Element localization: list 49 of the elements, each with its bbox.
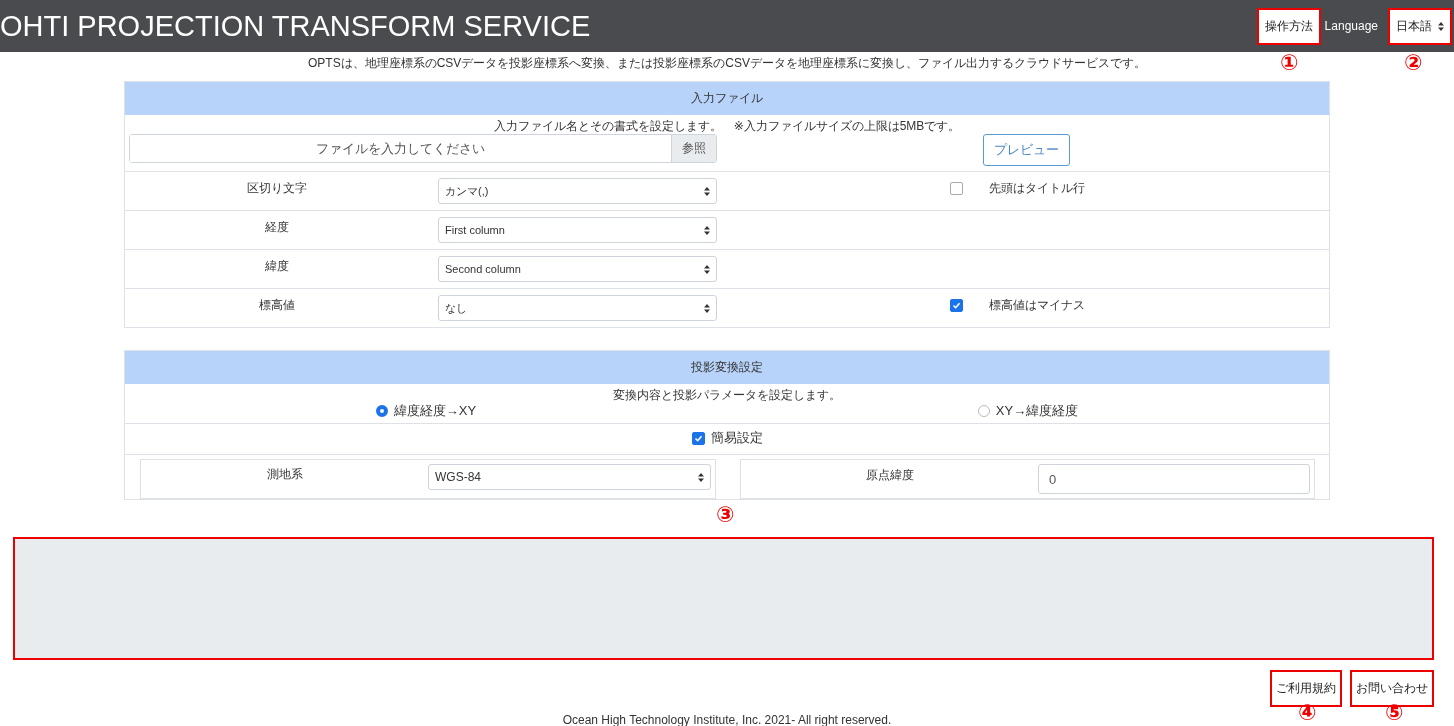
intro-text: OPTSは、地理座標系のCSVデータを投影座標系へ変換、または投影座標系のCSVデータを地理座標系に変換し、ファイル出力するクラウドサービスです。	[308, 56, 1146, 70]
select-field[interactable]: First column	[438, 217, 717, 243]
section-description: 入力ファイル名とその書式を設定します。 ※入力ファイルサイズの上限は5MBです。	[492, 118, 962, 134]
callout-number: ②	[1404, 52, 1423, 74]
dropdown-caret-icon	[704, 186, 710, 196]
browse-button[interactable]: 参照	[671, 135, 716, 162]
field-label: 測地系	[265, 465, 304, 483]
app-title: OHTI PROJECTION TRANSFORM SERVICE	[0, 9, 591, 43]
radio-button[interactable]	[375, 405, 388, 417]
language-label: Language	[1324, 19, 1378, 33]
checkmark-icon	[952, 300, 961, 310]
radio-label: XY→緯度経度	[995, 403, 1079, 419]
footer-link[interactable]: ご利用規約	[1270, 670, 1342, 707]
help-button[interactable]: 操作方法	[1256, 7, 1321, 45]
field-label: 経度	[263, 218, 290, 236]
select-field[interactable]: Second column	[438, 256, 717, 282]
preview-button[interactable]: プレビュー	[982, 134, 1070, 166]
checkmark-icon	[693, 433, 703, 443]
checkbox-label: 先頭はタイトル行	[989, 179, 1085, 197]
dropdown-caret-icon	[1438, 21, 1444, 31]
dropdown-caret-icon	[698, 472, 704, 482]
dropdown-caret-icon	[704, 303, 710, 313]
output-text-area[interactable]	[13, 537, 1434, 660]
copyright-text: Ocean High Technology Institute, Inc. 2021- All right reserved.	[562, 713, 892, 726]
section-header: 投影変換設定	[125, 351, 1329, 384]
checkbox[interactable]	[950, 181, 963, 195]
radio-button[interactable]	[977, 405, 990, 417]
select-field[interactable]: WGS-84	[428, 464, 711, 490]
checkbox[interactable]	[691, 431, 705, 445]
field-label: 緯度	[263, 257, 290, 275]
dropdown-caret-icon	[704, 264, 710, 274]
dropdown-caret-icon	[704, 225, 710, 235]
select-field[interactable]: カンマ(,)	[438, 178, 717, 204]
field-label: 区切り文字	[245, 179, 308, 197]
section-header: 入力ファイル	[125, 82, 1329, 115]
field-label: 原点緯度	[864, 466, 915, 484]
callout-number: ①	[1280, 52, 1299, 74]
callout-number: ③	[716, 504, 735, 526]
file-input-field[interactable]: ファイルを入力してください 参照	[129, 134, 717, 163]
radio-label: 緯度経度→XY	[393, 403, 477, 419]
checkbox-label: 簡易設定	[710, 430, 763, 446]
checkbox-label: 標高値はマイナス	[989, 296, 1085, 314]
footer-link[interactable]: お問い合わせ	[1350, 670, 1434, 707]
language-select[interactable]: 日本語	[1388, 7, 1452, 45]
input-field[interactable]: 0	[1038, 464, 1310, 494]
select-field[interactable]: なし	[438, 295, 717, 321]
section-description: 変換内容と投影パラメータを設定します。	[612, 387, 842, 403]
checkbox[interactable]	[950, 298, 963, 312]
field-label: 標高値	[257, 296, 296, 314]
